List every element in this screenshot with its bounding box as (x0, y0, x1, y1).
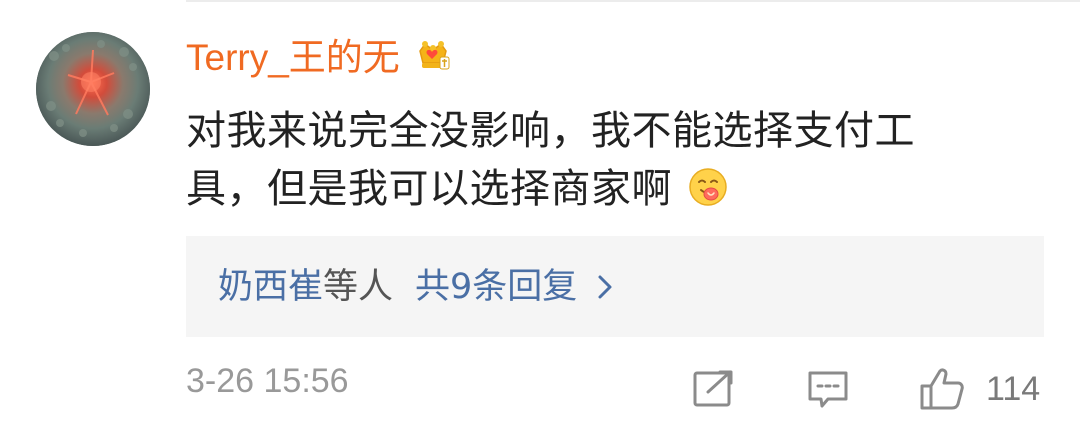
comment-button[interactable] (806, 365, 852, 413)
replies-box[interactable]: 奶西崔 等人 共9条回复 (186, 236, 1044, 337)
thumbs-up-icon (920, 368, 964, 410)
crown-badge-icon (419, 41, 450, 70)
chevron-right-icon (598, 275, 612, 299)
reply-summary[interactable]: 奶西崔 等人 共9条回复 (218, 262, 615, 312)
comment-line-2-text: 具，但是我可以选择商家啊 (186, 166, 672, 212)
comment-text: 对我来说完全没影响，我不能选择支付工 具，但是我可以选择商家啊 (186, 102, 1046, 218)
top-divider (186, 0, 1080, 2)
reply-users-suffix: 等人 (323, 266, 394, 307)
username[interactable]: Terry_王的无 (186, 39, 400, 76)
comment-line-1: 对我来说完全没影响，我不能选择支付工 (186, 108, 915, 154)
timestamp: 3-26 15:56 (186, 362, 349, 400)
like-count: 114 (986, 370, 1041, 408)
comment-header: Terry_王的无 (186, 28, 454, 86)
avatar[interactable] (36, 32, 150, 146)
share-button[interactable] (692, 365, 738, 413)
reply-users-link[interactable]: 奶西崔 (218, 269, 323, 305)
yum-face-emoji-icon (689, 168, 727, 206)
comment-icon (808, 371, 848, 408)
reply-count-link[interactable]: 共9条回复 (415, 269, 577, 305)
edit-share-icon (693, 370, 733, 407)
like-button[interactable]: 114 (918, 365, 1040, 413)
comment-line-2: 具，但是我可以选择商家啊 (186, 160, 1046, 218)
